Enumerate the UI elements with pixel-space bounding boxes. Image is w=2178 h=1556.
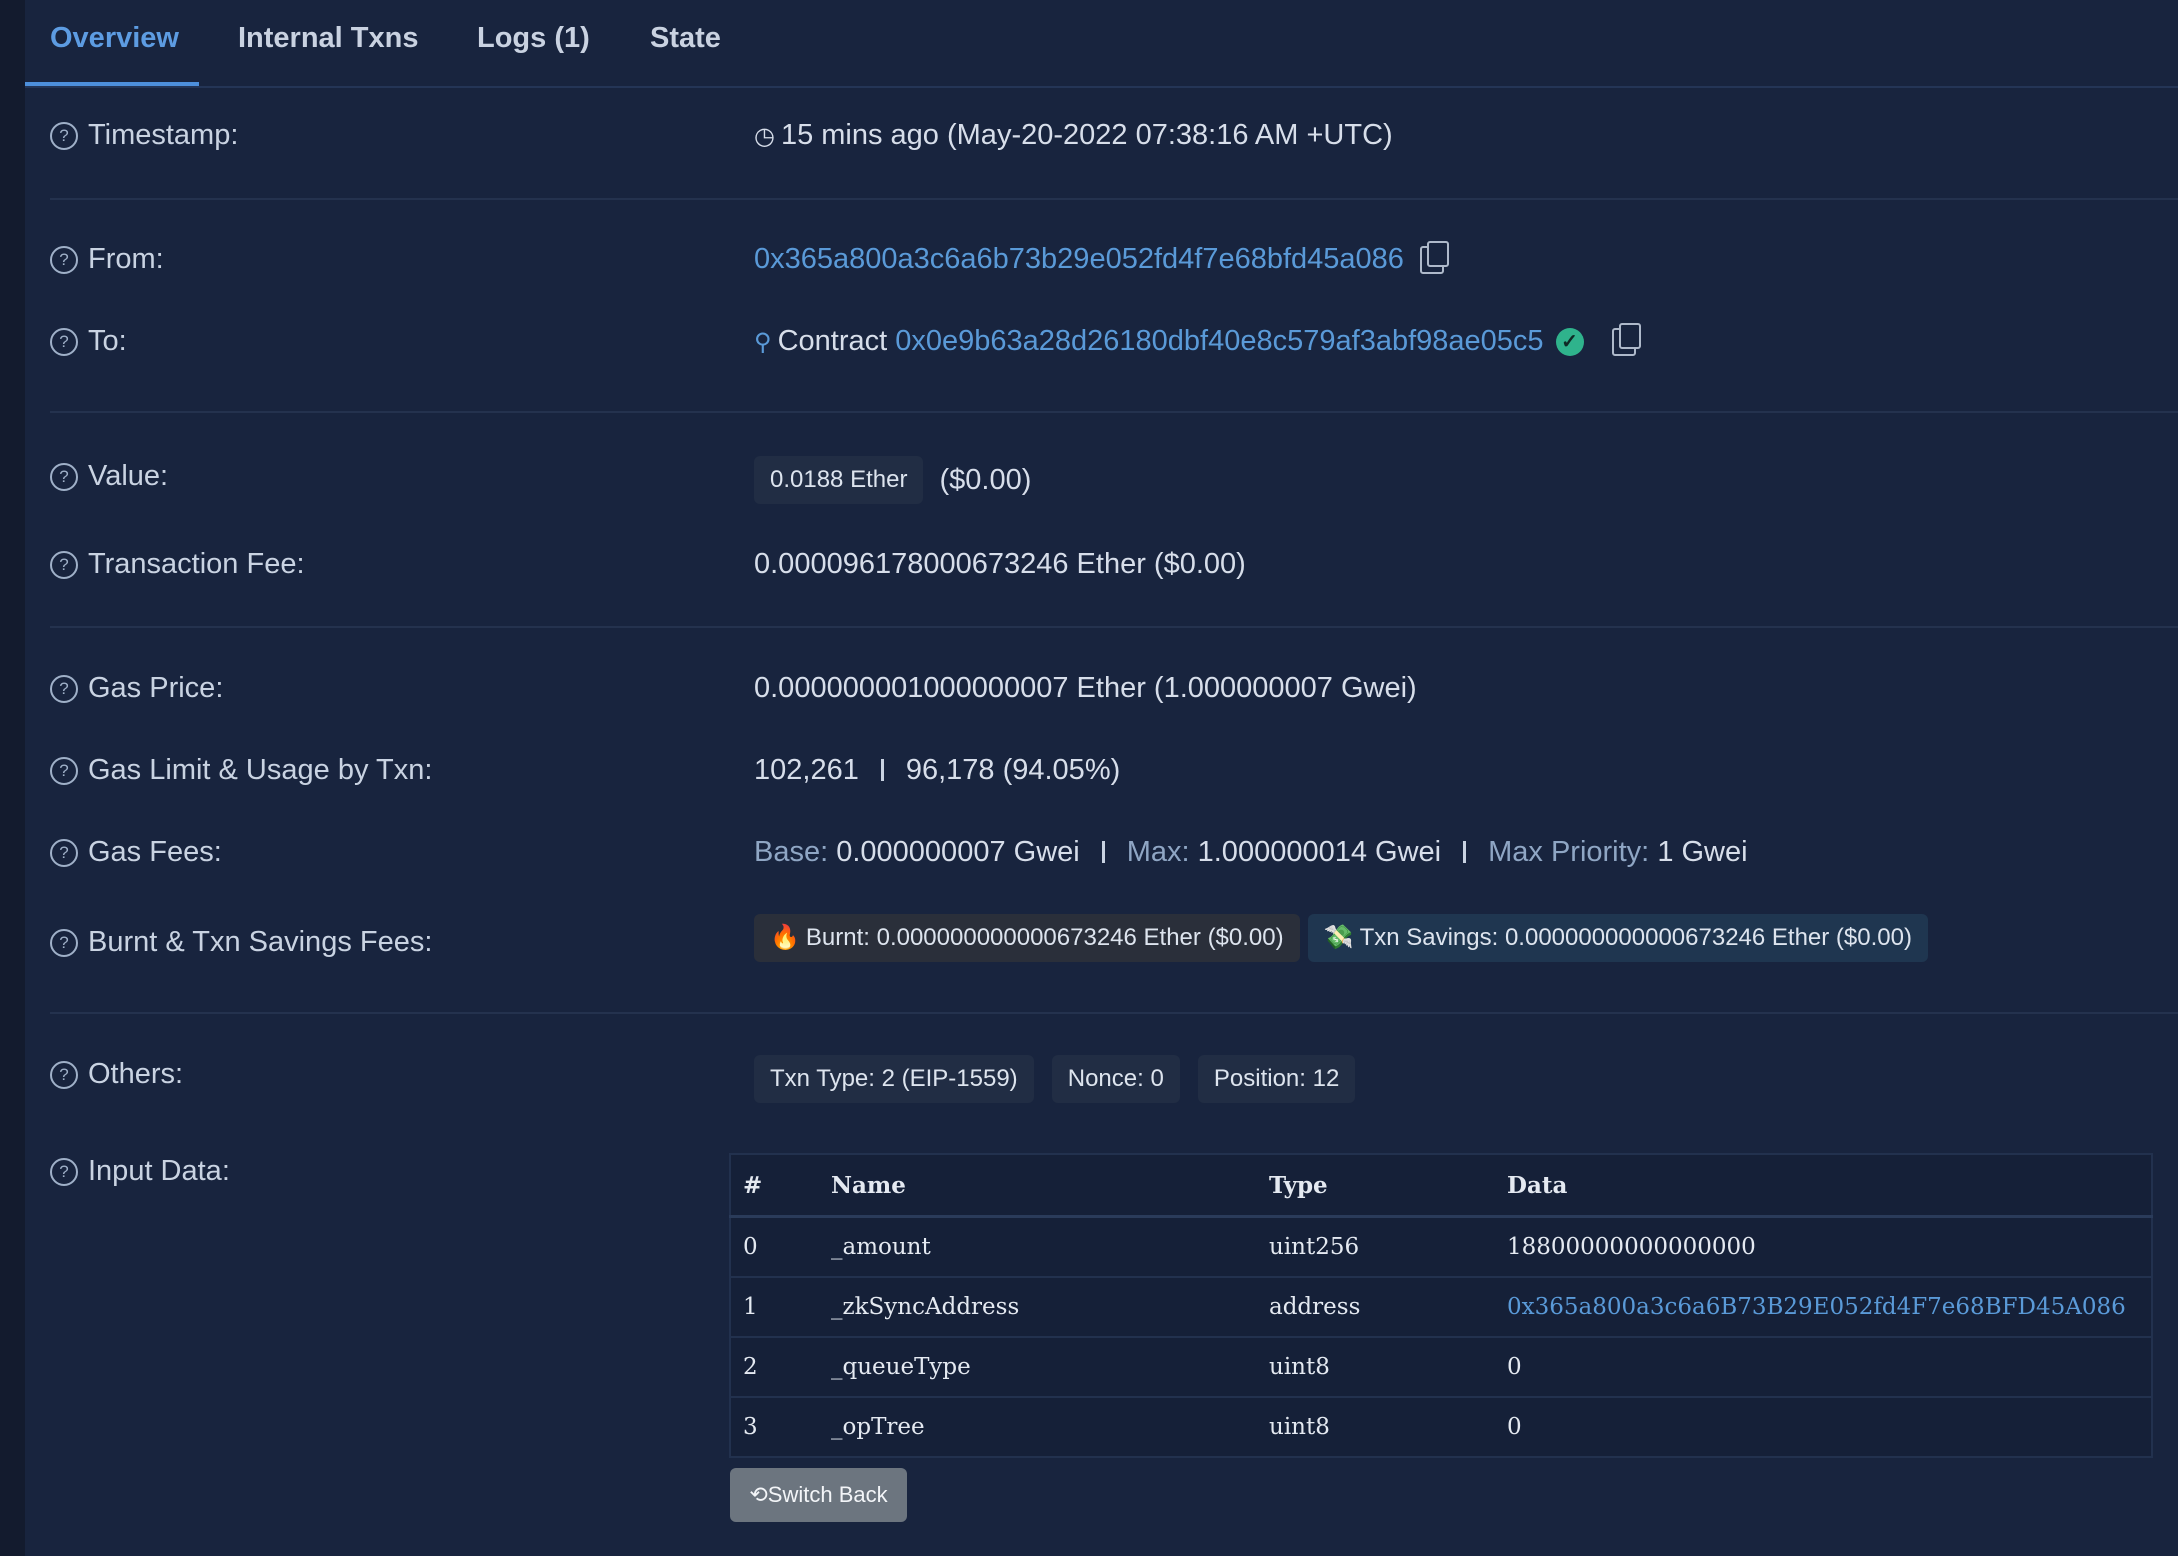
table-header-row: # Name Type Data — [730, 1154, 2152, 1218]
to-label: To: — [88, 325, 127, 357]
help-icon[interactable]: ? — [50, 757, 78, 785]
position-badge: Position: 12 — [1197, 1055, 1356, 1103]
param-index: 0 — [730, 1216, 830, 1278]
tab-logs[interactable]: Logs (1) — [477, 22, 590, 55]
max-priority-label: Max Priority: — [1488, 836, 1650, 868]
fee-label: Transaction Fee: — [88, 548, 305, 580]
active-tab-indicator — [25, 82, 199, 86]
max-fee-label: Max: — [1126, 836, 1190, 868]
table-row: 2 _queueType uint8 0 — [730, 1337, 2152, 1398]
param-data: 18800000000000000 — [1506, 1216, 2152, 1278]
help-icon[interactable]: ? — [50, 328, 78, 356]
column-header: Data — [1506, 1154, 2152, 1218]
input-data-table: # Name Type Data 0 _amount uint256 18800… — [729, 1153, 2153, 1458]
param-type: uint8 — [1268, 1337, 1506, 1398]
burnt-fee-badge: 🔥 Burnt: 0.000000000000673246 Ether ($0.0… — [754, 914, 1300, 962]
column-header: # — [730, 1154, 830, 1218]
max-priority-value: 1 Gwei — [1657, 836, 1748, 868]
help-icon[interactable]: ? — [50, 551, 78, 579]
nonce-badge: Nonce: 0 — [1051, 1055, 1180, 1103]
column-header: Name — [830, 1154, 1268, 1218]
table-row: 0 _amount uint256 18800000000000000 — [730, 1216, 2152, 1278]
gas-fees-label: Gas Fees: — [88, 836, 222, 868]
help-icon[interactable]: ? — [50, 675, 78, 703]
base-fee-value: 0.000000007 Gwei — [836, 836, 1080, 868]
gas-usage-value: 96,178 (94.05%) — [905, 754, 1121, 786]
others-label: Others: — [88, 1058, 184, 1090]
input-data-label: Input Data: — [88, 1155, 230, 1187]
fee-value: 0.000096178000673246 Ether ($0.00) — [754, 548, 1246, 580]
search-contract-icon[interactable]: ⚲ — [754, 329, 772, 356]
param-name: _amount — [830, 1216, 1268, 1278]
clock-icon: ◷ — [754, 123, 775, 150]
switch-back-button[interactable]: ⟲Switch Back — [730, 1468, 907, 1522]
gas-price-value: 0.000000001000000007 Ether (1.000000007 … — [754, 672, 1417, 704]
tab-bar: Overview Internal Txns Logs (1) State — [25, 0, 2178, 88]
param-type: address — [1268, 1277, 1506, 1338]
table-row: 1 _zkSyncAddress address 0x365a800a3c6a6… — [730, 1277, 2152, 1338]
money-wings-icon: 💸 — [1323, 924, 1354, 951]
param-index: 3 — [730, 1397, 830, 1458]
divider — [50, 198, 2178, 200]
base-fee-label: Base: — [754, 836, 829, 868]
value-amount-badge: 0.0188 Ether — [754, 456, 924, 504]
copy-icon[interactable] — [1611, 323, 1641, 357]
divider — [50, 626, 2178, 628]
timestamp-value: ◷ 15 mins ago (May-20-2022 07:38:16 AM +U… — [754, 119, 1393, 151]
from-address-link[interactable]: 0x365a800a3c6a6b73b29e052fd4f7e68bfd45a0… — [754, 243, 1404, 275]
table-row: 3 _opTree uint8 0 — [730, 1397, 2152, 1458]
column-header: Type — [1268, 1154, 1506, 1218]
verified-check-icon: ✓ — [1555, 328, 1584, 357]
separator — [1463, 841, 1467, 863]
help-icon[interactable]: ? — [50, 1158, 78, 1186]
param-name: _queueType — [830, 1337, 1268, 1398]
timestamp-label: ? Timestamp: — [50, 119, 238, 152]
help-icon[interactable]: ? — [50, 122, 78, 150]
help-icon[interactable]: ? — [50, 463, 78, 491]
to-address-link[interactable]: 0x0e9b63a28d26180dbf40e8c579af3abf98ae05… — [895, 325, 1543, 357]
value-label: Value: — [88, 460, 169, 492]
divider — [50, 1012, 2178, 1014]
help-icon[interactable]: ? — [50, 839, 78, 867]
page-left-edge — [0, 0, 25, 1556]
param-index: 1 — [730, 1277, 830, 1338]
undo-icon: ⟲ — [749, 1482, 768, 1507]
help-icon[interactable]: ? — [50, 246, 78, 274]
param-address-link[interactable]: 0x365a800a3c6a6B73B29E052fd4F7e68BFD45A0… — [1506, 1277, 2152, 1338]
param-data: 0 — [1506, 1337, 2152, 1398]
help-icon[interactable]: ? — [50, 1061, 78, 1089]
param-data: 0 — [1506, 1397, 2152, 1458]
burnt-fees-label: Burnt & Txn Savings Fees: — [88, 926, 433, 958]
contract-prefix: Contract — [777, 325, 888, 357]
separator — [1101, 841, 1105, 863]
tab-internal-txns[interactable]: Internal Txns — [238, 22, 419, 55]
separator — [880, 759, 884, 781]
txn-savings-badge: 💸 Txn Savings: 0.000000000000673246 Ether… — [1307, 914, 1928, 962]
fire-icon: 🔥 — [770, 924, 800, 951]
copy-icon[interactable] — [1419, 241, 1449, 275]
param-name: _zkSyncAddress — [830, 1277, 1268, 1338]
from-label: From: — [88, 243, 164, 275]
param-type: uint256 — [1268, 1216, 1506, 1278]
divider — [50, 411, 2178, 413]
value-usd: ($0.00) — [939, 463, 1032, 496]
param-name: _opTree — [830, 1397, 1268, 1458]
tab-overview[interactable]: Overview — [50, 22, 179, 55]
param-type: uint8 — [1268, 1397, 1506, 1458]
max-fee-value: 1.000000014 Gwei — [1197, 836, 1442, 868]
help-icon[interactable]: ? — [50, 929, 78, 957]
gas-price-label: Gas Price: — [88, 672, 224, 704]
gas-limit-value: 102,261 — [754, 754, 859, 786]
tab-state[interactable]: State — [650, 22, 721, 55]
gas-limit-label: Gas Limit & Usage by Txn: — [88, 754, 433, 786]
txn-type-badge: Txn Type: 2 (EIP-1559) — [754, 1055, 1034, 1103]
param-index: 2 — [730, 1337, 830, 1398]
